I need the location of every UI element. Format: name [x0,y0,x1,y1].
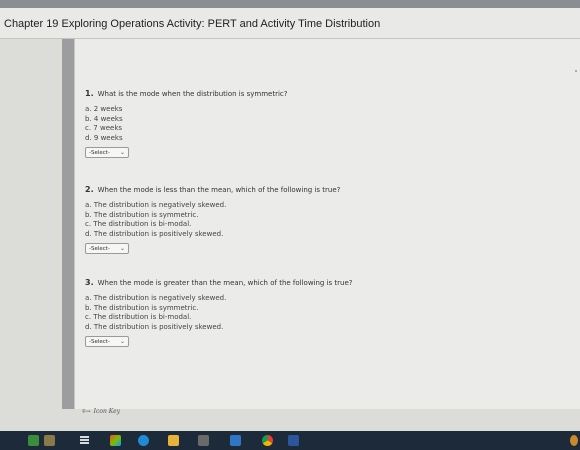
chevron-down-icon: ⌄ [119,149,125,156]
file-explorer-icon[interactable] [168,435,179,446]
icon-key-link[interactable]: ⍟→ Icon Key [82,408,120,416]
question-2-text: 2. When the mode is less than the mean, w… [85,185,340,194]
question-1-text: 1. What is the mode when the distribution… [85,89,287,98]
word-icon[interactable] [288,435,299,446]
widgets-icon[interactable] [44,435,55,446]
answer-select-2-value: -Select- [89,245,110,252]
store-icon[interactable] [110,435,121,446]
list-item: a. 2 weeks [85,105,123,113]
question-3-text: 3. When the mode is greater than the mean… [85,278,353,287]
list-item: a. The distribution is negatively skewed… [85,201,227,209]
list-item: b. The distribution is symmetric. [85,303,199,312]
question-3-prompt: When the mode is greater than the mean, … [97,279,353,287]
page-body: 1. What is the mode when the distribution… [0,39,580,431]
answer-select-3[interactable]: -Select- ⌄ [85,336,129,347]
question-1-number: 1. [85,89,94,98]
question-1-prompt: What is the mode when the distribution i… [97,90,288,98]
calculator-icon[interactable] [198,435,209,446]
chevron-down-icon: ⌄ [119,245,125,252]
question-1: 1. What is the mode when the distribution… [85,89,287,158]
answer-select-1[interactable]: -Select- ⌄ [85,147,129,158]
decorative-dot [575,70,577,72]
mail-icon[interactable] [230,435,241,446]
icon-key-label: Icon Key [93,408,121,415]
question-2: 2. When the mode is less than the mean, w… [85,185,340,254]
list-item: d. The distribution is positively skewed… [85,229,224,238]
answer-select-1-value: -Select- [89,149,110,156]
task-view-icon[interactable] [80,436,89,445]
list-item: b. 4 weeks [85,114,123,123]
question-3-number: 3. [85,278,94,287]
answer-select-2[interactable]: -Select- ⌄ [85,243,129,254]
list-item: b. The distribution is symmetric. [85,210,199,219]
start-icon[interactable] [28,435,39,446]
list-item: c. The distribution is bi-modal. [85,313,192,321]
key-icon: ⍟→ [82,408,91,415]
question-3: 3. When the mode is greater than the mean… [85,278,353,347]
question-3-choices: a. The distribution is negatively skewed… [85,294,353,332]
list-item: c. 7 weeks [85,124,123,132]
page-title: Chapter 19 Exploring Operations Activity… [4,18,381,30]
taskbar [0,431,580,450]
left-sidebar-strip [62,39,74,409]
list-item: a. The distribution is negatively skewed… [85,294,227,302]
tray-icon[interactable] [570,435,578,446]
question-2-prompt: When the mode is less than the mean, whi… [97,186,341,194]
question-1-choices: a. 2 weeks b. 4 weeks c. 7 weeks d. 9 we… [85,105,287,143]
list-item: d. The distribution is positively skewed… [85,322,224,331]
question-panel: 1. What is the mode when the distribution… [74,39,580,409]
question-2-number: 2. [85,185,94,194]
page-header: Chapter 19 Exploring Operations Activity… [0,8,580,39]
list-item: d. 9 weeks [85,133,123,142]
edge-icon[interactable] [138,435,149,446]
browser-top-strip [0,0,580,8]
chevron-down-icon: ⌄ [119,338,125,345]
list-item: c. The distribution is bi-modal. [85,220,192,228]
question-2-choices: a. The distribution is negatively skewed… [85,201,340,239]
chrome-icon[interactable] [262,435,273,446]
answer-select-3-value: -Select- [89,338,110,345]
